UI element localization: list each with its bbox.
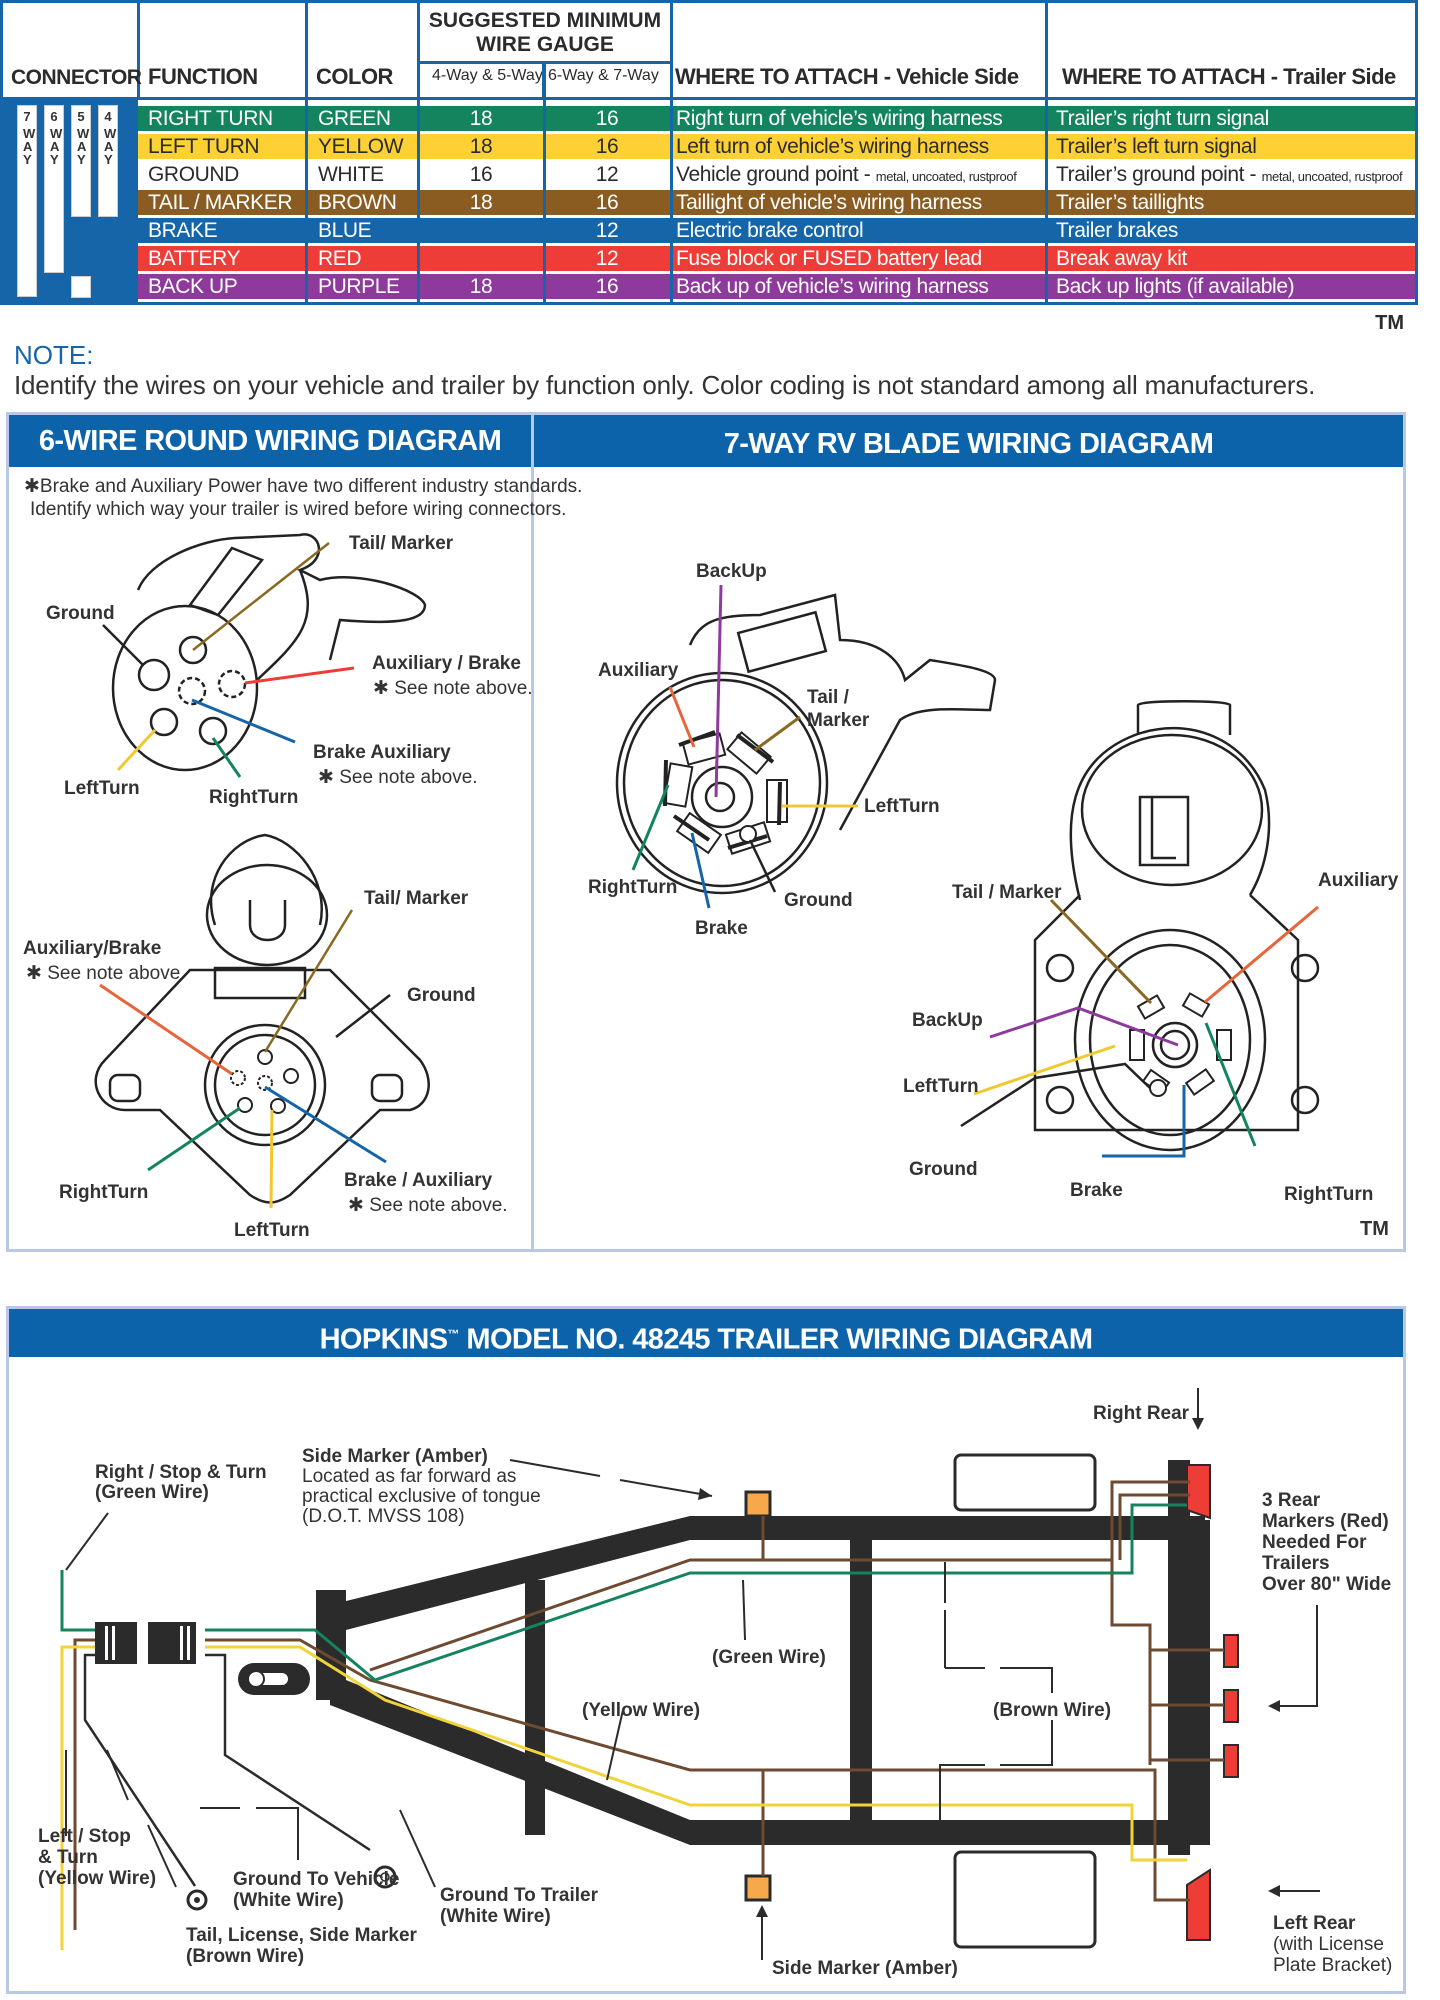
trailer-wiring-drawing [60,1388,1320,1960]
label-right-rear: Right Rear [1093,1403,1190,1424]
label-side-marker-1: Located as far forward as [302,1466,517,1487]
label-ground-trailer: Ground To Trailer (White Wire) [440,1885,598,1927]
label-side-marker-2: practical exclusive of tongue [302,1486,541,1507]
label-side-marker-title: Side Marker (Amber) [302,1446,488,1467]
label-right-stop-1: Right / Stop & Turn [95,1462,267,1483]
label-ground-vehicle: Ground To Vehicle (White Wire) [233,1869,400,1911]
label-rear-markers: 3 Rear Markers (Red) Needed For Trailers… [1262,1490,1392,1595]
label-green-wire: (Green Wire) [712,1647,826,1668]
label-yellow-wire: (Yellow Wire) [582,1700,701,1721]
label-left-rear: Left Rear (with License Plate Bracket) [1273,1913,1393,1976]
label-side-marker-3: (D.O.T. MVSS 108) [302,1506,465,1527]
label-left-stop: Left / Stop & Turn (Yellow Wire) [38,1826,157,1889]
label-side-marker-bottom: Side Marker (Amber) [772,1958,958,1979]
label-tail-license: Tail, License, Side Marker (Brown Wire) [186,1925,417,1967]
label-right-stop-2: (Green Wire) [95,1482,209,1503]
label-brown-wire: (Brown Wire) [993,1700,1112,1721]
